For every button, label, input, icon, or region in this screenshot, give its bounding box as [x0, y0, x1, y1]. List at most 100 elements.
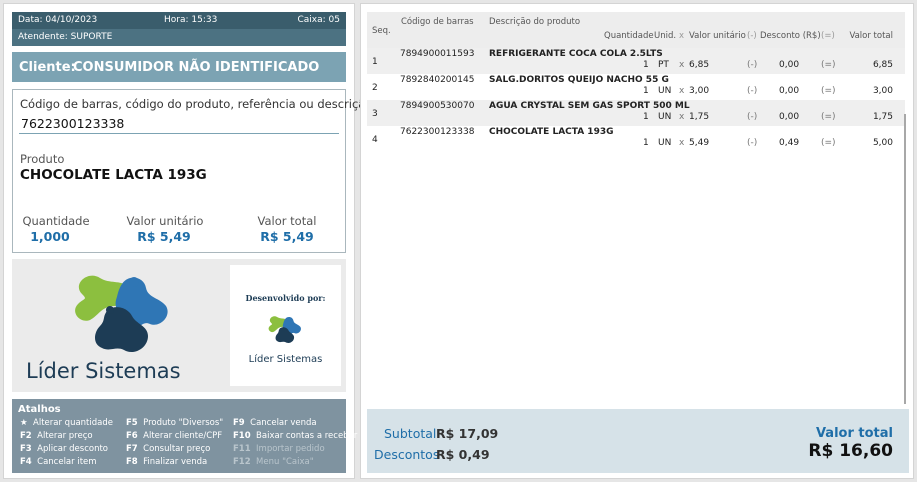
- discounts-value: R$ 0,49: [436, 447, 490, 462]
- row-minus: (-): [747, 60, 758, 70]
- row-equals: (=): [821, 138, 836, 148]
- row-seq: 1: [372, 57, 378, 67]
- product-label: Produto: [20, 152, 65, 166]
- row-description: AGUA CRYSTAL SEM GAS SPORT 500 ML: [489, 101, 690, 111]
- shortcut-aplicar-desconto[interactable]: F3 Aplicar desconto: [20, 444, 108, 454]
- row-unit: UN: [658, 86, 672, 96]
- row-discount: 0,00: [779, 86, 800, 96]
- session-info-bar: Data: 04/10/2023 Hora: 15:33 Caixa: 05 A…: [12, 12, 346, 46]
- row-x: x: [679, 60, 685, 70]
- row-total: 5,00: [872, 138, 893, 148]
- row-barcode: 7894900011593: [400, 49, 475, 59]
- row-description: REFRIGERANTE COCA COLA 2.5LTS: [489, 49, 663, 59]
- header-description: Descrição do produto: [489, 17, 581, 27]
- shortcut-produto-diversos[interactable]: F5 Produto "Diversos": [126, 418, 223, 428]
- header-x: x: [679, 31, 685, 41]
- grand-total-value: R$ 16,60: [808, 441, 893, 461]
- unit-price-value: R$ 5,49: [137, 229, 191, 244]
- shortcut-finalizar-venda[interactable]: F8 Finalizar venda: [126, 457, 207, 467]
- row-discount: 0,00: [779, 60, 800, 70]
- lider-sistemas-logo-icon: [75, 275, 168, 353]
- time-label: Hora: 15:33: [164, 15, 218, 25]
- shortcut-alterar-quantidade[interactable]: ★ Alterar quantidade: [20, 418, 113, 428]
- client-label: Cliente:: [19, 60, 76, 75]
- table-row[interactable]: 1 7894900011593 REFRIGERANTE COCA COLA 2…: [367, 48, 905, 74]
- brand-name-large: Líder Sistemas: [26, 359, 181, 383]
- shortcut-cancelar-venda[interactable]: F9 Cancelar venda: [233, 418, 317, 428]
- row-unit: UN: [658, 112, 672, 122]
- header-unit: Unid.: [654, 31, 677, 41]
- discounts-label: Descontos: [374, 447, 440, 462]
- row-seq: 2: [372, 83, 378, 93]
- subtotal-label: Subtotal: [384, 426, 437, 441]
- header-seq: Seq.: [372, 26, 391, 36]
- row-unit-price: 6,85: [689, 60, 710, 70]
- shortcut-alterar-cliente[interactable]: F6 Alterar cliente/CPF: [126, 431, 222, 441]
- row-seq: 4: [372, 135, 378, 145]
- row-unit-price: 1,75: [689, 112, 710, 122]
- row-barcode: 7892840200145: [400, 75, 475, 85]
- client-name: CONSUMIDOR NÃO IDENTIFICADO: [73, 60, 320, 75]
- right-panel: Seq. Código de barras Descrição do produ…: [360, 3, 914, 479]
- total-price-label: Valor total: [257, 214, 317, 228]
- shortcut-menu-caixa: F12 Menu "Caixa": [233, 457, 314, 467]
- header-total: Valor total: [849, 31, 893, 41]
- client-bar[interactable]: Cliente: CONSUMIDOR NÃO IDENTIFICADO: [12, 52, 346, 82]
- row-total: 6,85: [872, 60, 893, 70]
- barcode-input-label: Código de barras, código do produto, ref…: [20, 97, 373, 111]
- total-price-value: R$ 5,49: [260, 229, 314, 244]
- row-unit: UN: [658, 138, 672, 148]
- barcode-input[interactable]: [19, 114, 339, 134]
- totals-bar: Subtotal R$ 17,09 Descontos R$ 0,49 Valo…: [367, 409, 909, 473]
- header-unit-price: Valor unitário: [689, 31, 746, 41]
- row-total: 1,75: [872, 112, 893, 122]
- row-quantity: 1: [643, 86, 649, 96]
- row-equals: (=): [821, 86, 836, 96]
- shortcuts-title: Atalhos: [18, 404, 61, 415]
- shortcut-alterar-preco[interactable]: F2 Alterar preço: [20, 431, 93, 441]
- row-minus: (-): [747, 112, 758, 122]
- grand-total-label: Valor total: [815, 426, 893, 441]
- shortcut-baixar-contas[interactable]: F10 Baixar contas a receber: [233, 431, 357, 441]
- shortcut-cancelar-item[interactable]: F4 Cancelar item: [20, 457, 97, 467]
- brand-area: Líder Sistemas Desenvolvido por: Líder S…: [12, 259, 346, 392]
- row-description: CHOCOLATE LACTA 193G: [489, 127, 614, 137]
- table-row[interactable]: 2 7892840200145 SALG.DORITOS QUEIJO NACH…: [367, 74, 905, 100]
- lider-sistemas-small-logo-icon: [268, 316, 301, 344]
- row-equals: (=): [821, 60, 836, 70]
- row-barcode: 7894900530070: [400, 101, 475, 111]
- row-quantity: 1: [643, 112, 649, 122]
- row-unit-price: 3,00: [689, 86, 710, 96]
- table-scrollbar[interactable]: [904, 114, 906, 404]
- attendant-label: Atendente: SUPORTE: [18, 32, 113, 42]
- row-x: x: [679, 112, 685, 122]
- row-x: x: [679, 138, 685, 148]
- date-label: Data: 04/10/2023: [18, 15, 98, 25]
- left-panel: Data: 04/10/2023 Hora: 15:33 Caixa: 05 A…: [3, 3, 372, 479]
- row-discount: 0,49: [779, 138, 800, 148]
- shortcut-consultar-preco[interactable]: F7 Consultar preço: [126, 444, 210, 454]
- header-barcode: Código de barras: [401, 17, 474, 27]
- row-discount: 0,00: [779, 112, 800, 122]
- table-row[interactable]: 4 7622300123338 CHOCOLATE LACTA 193G 1 U…: [367, 126, 905, 152]
- developer-box: Desenvolvido por: Líder Sistemas: [230, 265, 341, 386]
- row-x: x: [679, 86, 685, 96]
- unit-price-label: Valor unitário: [126, 214, 204, 228]
- row-quantity: 1: [643, 60, 649, 70]
- row-minus: (-): [747, 138, 758, 148]
- product-name: CHOCOLATE LACTA 193G: [20, 167, 207, 183]
- row-minus: (-): [747, 86, 758, 96]
- subtotal-value: R$ 17,09: [436, 426, 499, 441]
- table-row[interactable]: 3 7894900530070 AGUA CRYSTAL SEM GAS SPO…: [367, 100, 905, 126]
- quantity-label: Quantidade: [22, 214, 90, 228]
- items-table-header: Seq. Código de barras Descrição do produ…: [367, 12, 905, 48]
- header-discount: Desconto (R$): [760, 31, 821, 41]
- row-total: 3,00: [872, 86, 893, 96]
- brand-name-small: Líder Sistemas: [248, 354, 323, 365]
- developed-by-label: Desenvolvido por:: [245, 293, 326, 303]
- quantity-value: 1,000: [30, 229, 70, 244]
- header-quantity: Quantidade: [604, 31, 654, 41]
- header-equals: (=): [821, 31, 835, 41]
- row-unit-price: 5,49: [689, 138, 710, 148]
- row-seq: 3: [372, 109, 378, 119]
